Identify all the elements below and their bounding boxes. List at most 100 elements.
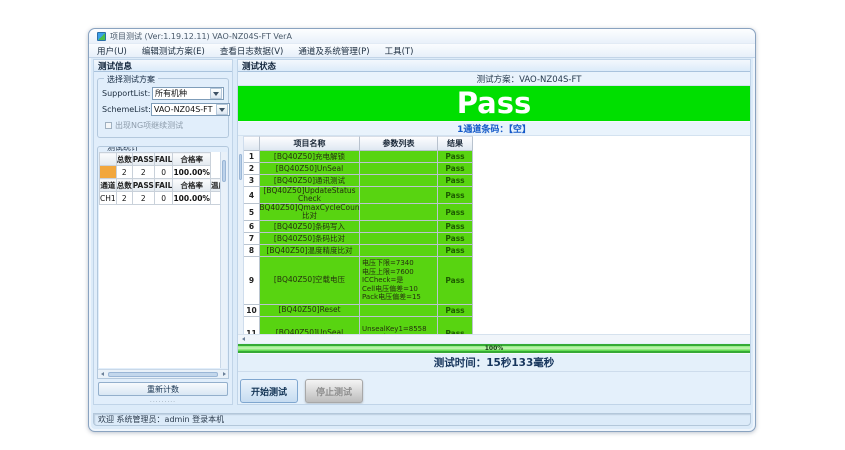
row-number: 8: [244, 245, 260, 257]
scrollbar-thumb[interactable]: [108, 372, 218, 377]
stats-vertical-scrollbar[interactable]: [220, 152, 227, 368]
schemelist-dropdown-button[interactable]: [216, 104, 228, 115]
param-list-cell: [360, 233, 438, 245]
item-name-cell: [BQ40Z50]UpdateStatus Check: [260, 187, 360, 204]
title-bar[interactable]: 项目测试 (Ver:1.19.12.11) VAO-NZ04S-FT VerA: [89, 29, 755, 44]
triangle-right-icon: [223, 372, 226, 376]
continue-on-ng-row: 出现NG项继续测试: [105, 120, 223, 131]
param-list-cell: [360, 151, 438, 163]
stats-ch1-count: 2: [116, 192, 132, 205]
triangle-left-icon: [242, 337, 245, 341]
table-row[interactable]: 7 [BQ40Z50]条码比对 Pass: [244, 233, 473, 245]
table-row[interactable]: 1 [BQ40Z50]充电解锁 Pass: [244, 151, 473, 163]
scroll-left-icon[interactable]: [98, 370, 106, 378]
menu-channel-admin[interactable]: 通道及系统管理(P): [298, 45, 369, 57]
results-table-area: 项目名称 参数列表 结果 1 [BQ40Z50]充电解锁 Pass 2: [238, 136, 750, 334]
param-list-cell: 电压下限=7340 电压上限=7600 ICCheck=是 Cell电压偏差=1…: [360, 257, 438, 305]
menu-view-log[interactable]: 查看日志数据(V): [220, 45, 283, 57]
item-name-cell: [BQ40Z50]条码写入: [260, 221, 360, 233]
supportlist-row: SupportList: 所有机种: [102, 87, 224, 100]
result-banner: Pass: [238, 86, 750, 121]
stats-total-indicator: [100, 166, 117, 179]
header-result: 结果: [438, 136, 473, 151]
start-test-button[interactable]: 开始测试: [240, 379, 298, 403]
test-info-panel: 测试信息 选择测试方案 SupportList: 所有机种 SchemeList…: [93, 59, 233, 405]
results-table: 项目名称 参数列表 结果 1 [BQ40Z50]充电解锁 Pass 2: [244, 136, 473, 334]
menu-bar: 用户(U) 编辑测试方案(E) 查看日志数据(V) 通道及系统管理(P) 工具(…: [89, 44, 755, 58]
continue-on-ng-label: 出现NG项继续测试: [115, 120, 183, 131]
stats-horizontal-scrollbar[interactable]: [98, 369, 228, 378]
param-list-cell: [360, 163, 438, 175]
item-name-cell: [BQ40Z50]温度精度比对: [260, 245, 360, 257]
menu-edit-scheme[interactable]: 编辑测试方案(E): [142, 45, 205, 57]
continue-on-ng-checkbox[interactable]: [105, 122, 112, 129]
stats-h-total2: 总数: [116, 179, 132, 192]
stats-header-row-total: 总数 PASS FAIL 合格率: [100, 153, 227, 166]
table-row[interactable]: 5 [BQ40Z50]QmaxCycleCount比对 Pass: [244, 204, 473, 221]
item-name-cell: [BQ40Z50]UnSeal: [260, 163, 360, 175]
result-cell: Pass: [438, 245, 473, 257]
item-name-cell: [BQ40Z50]通讯测试: [260, 175, 360, 187]
table-row[interactable]: 3 [BQ40Z50]通讯测试 Pass: [244, 175, 473, 187]
current-scheme-line: 测试方案：VAO-NZ04S-FT: [238, 72, 750, 86]
result-cell: Pass: [438, 317, 473, 335]
item-name-cell: [BQ40Z50]Reset: [260, 305, 360, 317]
triangle-left-icon: [101, 372, 104, 376]
status-bar: 欢迎 系统管理员：admin 登录本机: [93, 413, 751, 426]
schemelist-label: SchemeList:: [102, 105, 151, 114]
resize-grip-dots: .........: [94, 397, 232, 404]
param-list-cell: [360, 187, 438, 204]
chevron-down-icon: [219, 108, 225, 112]
param-list-cell: [360, 245, 438, 257]
stats-h-rate: 合格率: [173, 153, 210, 166]
row-number: 4: [244, 187, 260, 204]
header-row-number: [244, 136, 260, 151]
stats-total-row: 2 2 0 100.00%: [100, 166, 227, 179]
scrollbar-thumb[interactable]: [222, 160, 226, 182]
menu-user[interactable]: 用户(U): [97, 45, 127, 57]
main-content: 测试信息 选择测试方案 SupportList: 所有机种 SchemeList…: [93, 59, 751, 405]
result-cell: Pass: [438, 305, 473, 317]
scheme-select-group: 选择测试方案 SupportList: 所有机种 SchemeList: VAO…: [97, 78, 229, 138]
param-list-cell: [360, 221, 438, 233]
table-row[interactable]: 8 [BQ40Z50]温度精度比对 Pass: [244, 245, 473, 257]
table-row[interactable]: 11 [BQ40Z50]UnSeal UnsealKey1=8558 Unsea…: [244, 317, 473, 335]
result-cell: Pass: [438, 221, 473, 233]
stats-total-rate: 100.00%: [173, 166, 210, 179]
schemelist-combobox[interactable]: VAO-NZ04S-FT: [151, 103, 230, 116]
table-row[interactable]: 9 [BQ40Z50]空载电压 电压下限=7340 电压上限=7600 ICCh…: [244, 257, 473, 305]
channel-barcode-line: 1通道条码：【空】: [238, 121, 750, 136]
scrollbar-thumb[interactable]: [239, 154, 242, 180]
scroll-right-icon[interactable]: [220, 370, 228, 378]
scroll-left-icon[interactable]: [239, 335, 247, 343]
status-bar-text: 欢迎 系统管理员：admin 登录本机: [98, 414, 224, 425]
stop-test-button: 停止测试: [305, 379, 363, 403]
schemelist-row: SchemeList: VAO-NZ04S-FT: [102, 103, 224, 116]
result-cell: Pass: [438, 151, 473, 163]
recount-button[interactable]: 重新计数: [98, 382, 228, 396]
param-list-cell: [360, 305, 438, 317]
test-status-header: 测试状态: [238, 60, 750, 72]
header-param-list: 参数列表: [360, 136, 438, 151]
stats-h-pass: PASS: [132, 153, 154, 166]
header-item-name: 项目名称: [260, 136, 360, 151]
result-cell: Pass: [438, 204, 473, 221]
stats-h-fail2: FAIL: [154, 179, 173, 192]
table-row[interactable]: 2 [BQ40Z50]UnSeal Pass: [244, 163, 473, 175]
supportlist-dropdown-button[interactable]: [210, 88, 222, 99]
stats-ch1-fail: 0: [154, 192, 173, 205]
menu-tools[interactable]: 工具(T): [385, 45, 414, 57]
table-row[interactable]: 4 [BQ40Z50]UpdateStatus Check Pass: [244, 187, 473, 204]
row-number: 1: [244, 151, 260, 163]
results-horizontal-scrollbar[interactable]: [238, 334, 750, 343]
stats-h-pass2: PASS: [132, 179, 154, 192]
table-row[interactable]: 6 [BQ40Z50]条码写入 Pass: [244, 221, 473, 233]
supportlist-value: 所有机种: [153, 88, 209, 99]
param-list-cell: UnsealKey1=8558 UnsealKey2=6128: [360, 317, 438, 335]
desktop: 项目测试 (Ver:1.19.12.11) VAO-NZ04S-FT VerA …: [0, 0, 845, 450]
table-row[interactable]: 10 [BQ40Z50]Reset Pass: [244, 305, 473, 317]
progress-bar: 100%: [238, 344, 750, 353]
supportlist-combobox[interactable]: 所有机种: [152, 87, 224, 100]
schemelist-value: VAO-NZ04S-FT: [152, 105, 215, 114]
param-list-cell: [360, 204, 438, 221]
